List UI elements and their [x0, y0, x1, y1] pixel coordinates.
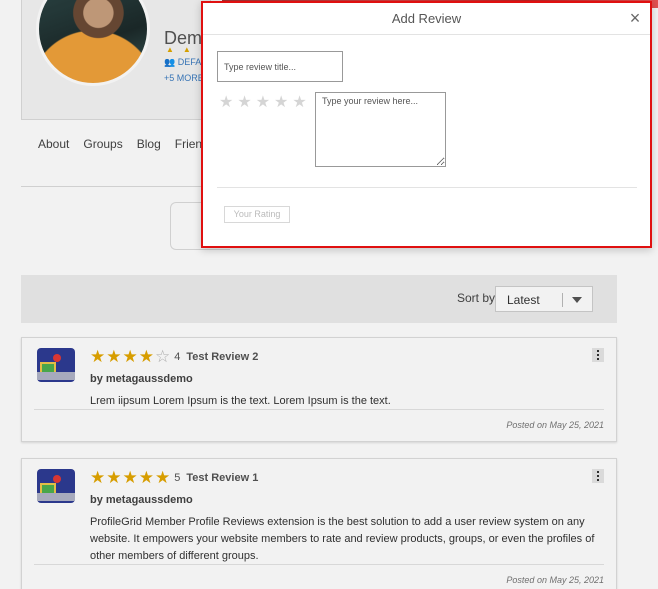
add-review-dialog: Add Review × ★ ★ ★ ★ ★ Your Rating	[201, 1, 652, 248]
star-icon[interactable]: ★	[292, 95, 306, 111]
your-rating-button[interactable]: Your Rating	[224, 206, 290, 223]
dialog-header: Add Review ×	[203, 3, 650, 35]
dialog-divider	[217, 187, 637, 188]
review-body-textarea[interactable]	[315, 92, 446, 167]
star-icon[interactable]: ★	[256, 95, 270, 111]
review-title-input[interactable]	[217, 51, 343, 82]
rating-picker: ★ ★ ★ ★ ★	[219, 95, 311, 111]
star-icon[interactable]: ★	[237, 95, 251, 111]
star-icon[interactable]: ★	[219, 95, 233, 111]
close-icon[interactable]: ×	[627, 8, 643, 28]
star-icon[interactable]: ★	[274, 95, 288, 111]
dialog-title: Add Review	[391, 11, 462, 26]
